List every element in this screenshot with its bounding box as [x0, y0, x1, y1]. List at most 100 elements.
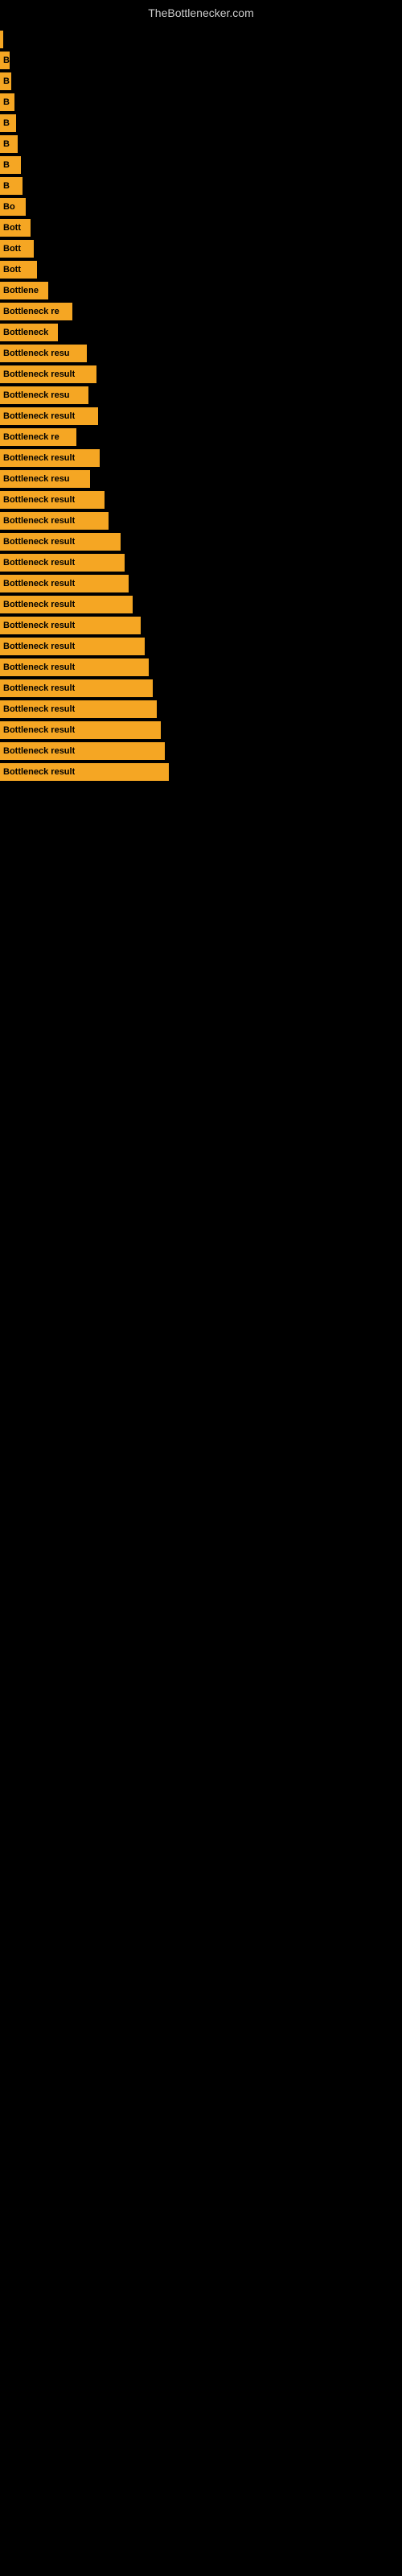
bar-row: Bottleneck resu — [0, 386, 402, 404]
bar-label: B — [3, 56, 10, 65]
bar-row: Bottleneck result — [0, 575, 402, 592]
bar-item: B — [0, 135, 18, 153]
bar-row: Bottlene — [0, 282, 402, 299]
bar-row: B — [0, 156, 402, 174]
bar-item: Bottleneck result — [0, 575, 129, 592]
bar-row: Bott — [0, 219, 402, 237]
bar-label: Bottleneck result — [3, 537, 75, 547]
bar-row: Bottleneck result — [0, 721, 402, 739]
bar-row: Bottleneck result — [0, 700, 402, 718]
bar-item: Bottleneck result — [0, 533, 121, 551]
bar-label: Bottleneck result — [3, 704, 75, 714]
bar-label: Bottleneck — [3, 328, 48, 337]
bar-label: Bott — [3, 265, 21, 275]
bar-item: Bottleneck result — [0, 638, 145, 655]
bar-row: Bottleneck result — [0, 365, 402, 383]
bar-row: Bottleneck result — [0, 638, 402, 655]
bar-row: B — [0, 135, 402, 153]
bar-label: Bottleneck result — [3, 411, 75, 421]
bar-label: Bottleneck result — [3, 642, 75, 651]
bar-item: B — [0, 52, 10, 69]
bar-label: B — [3, 160, 10, 170]
bar-label: Bott — [3, 223, 21, 233]
bar-item: Bottleneck result — [0, 742, 165, 760]
bars-container: B B B B B B B Bo Bott Bott Bott Bottlene Bottleneck … — [0, 23, 402, 784]
bar-item: B — [0, 114, 16, 132]
bar-label: Bottleneck result — [3, 369, 75, 379]
bar-item: Bottleneck result — [0, 554, 125, 572]
bar-label: Bottleneck result — [3, 516, 75, 526]
bar-label: Bottlene — [3, 286, 39, 295]
bar-label: Bottleneck result — [3, 683, 75, 693]
bar-item: Bottleneck result — [0, 721, 161, 739]
bar-item: B — [0, 72, 11, 90]
bar-row: Bottleneck result — [0, 449, 402, 467]
bar-item: B — [0, 177, 23, 195]
bar-item: Bo — [0, 198, 26, 216]
bar-label: Bottleneck re — [3, 307, 59, 316]
bar-item: Bott — [0, 219, 31, 237]
bar-row: Bottleneck result — [0, 658, 402, 676]
bar-label: Bottleneck resu — [3, 390, 70, 400]
bar-label: Bottleneck result — [3, 600, 75, 609]
bar-row: B — [0, 114, 402, 132]
bar-label: Bottleneck result — [3, 495, 75, 505]
bar-row: Bottleneck — [0, 324, 402, 341]
bar-row: B — [0, 93, 402, 111]
bar-row: Bottleneck resu — [0, 470, 402, 488]
bar-item: Bottleneck result — [0, 658, 149, 676]
bar-label: Bottleneck result — [3, 767, 75, 777]
bar-row: Bott — [0, 240, 402, 258]
bar-label: Bottleneck result — [3, 746, 75, 756]
bar-item: B — [0, 156, 21, 174]
bar-row: B — [0, 52, 402, 69]
bar-label: B — [3, 181, 10, 191]
bar-item: Bottleneck result — [0, 512, 109, 530]
site-title: TheBottlenecker.com — [0, 0, 402, 23]
bar-label: Bott — [3, 244, 21, 254]
bar-row: Bottleneck result — [0, 554, 402, 572]
bar-item: Bott — [0, 261, 37, 279]
bar-row: Bottleneck re — [0, 303, 402, 320]
bar-item: Bottleneck re — [0, 303, 72, 320]
bar-item: Bottleneck result — [0, 617, 141, 634]
bar-label: B — [3, 76, 10, 86]
bar-item: B — [0, 93, 14, 111]
bar-row: Bottleneck result — [0, 596, 402, 613]
bar-item: Bottleneck result — [0, 491, 105, 509]
bar-row: Bottleneck result — [0, 512, 402, 530]
bar-label: Bo — [3, 202, 15, 212]
bar-label: Bottleneck result — [3, 725, 75, 735]
bar-item: Bottleneck resu — [0, 470, 90, 488]
bar-item: Bottleneck — [0, 324, 58, 341]
bar-item: Bottleneck result — [0, 407, 98, 425]
bar-item: Bottleneck result — [0, 365, 96, 383]
bar-row: B — [0, 177, 402, 195]
bar-row — [0, 31, 402, 48]
bar-label: B — [3, 139, 10, 149]
bar-label: Bottleneck result — [3, 453, 75, 463]
bar-row: Bottleneck result — [0, 617, 402, 634]
bar-item: Bottleneck result — [0, 763, 169, 781]
bar-item: Bottleneck result — [0, 700, 157, 718]
bar-item: Bottleneck result — [0, 596, 133, 613]
bar-label: Bottleneck result — [3, 579, 75, 588]
bar-item: Bottleneck result — [0, 679, 153, 697]
bar-item — [0, 31, 3, 48]
bar-label: Bottleneck re — [3, 432, 59, 442]
bar-item: Bottleneck re — [0, 428, 76, 446]
bar-label: B — [3, 97, 10, 107]
bar-item: Bottleneck resu — [0, 386, 88, 404]
bar-label: B — [3, 118, 10, 128]
bar-label: Bottleneck result — [3, 621, 75, 630]
bar-row: Bottleneck result — [0, 742, 402, 760]
bar-row: Bottleneck result — [0, 679, 402, 697]
bar-label: Bottleneck result — [3, 663, 75, 672]
bar-label: Bottleneck result — [3, 558, 75, 568]
bar-row: Bott — [0, 261, 402, 279]
bar-item: Bottlene — [0, 282, 48, 299]
bar-item: Bottleneck result — [0, 449, 100, 467]
bar-item: Bott — [0, 240, 34, 258]
bar-row: Bottleneck re — [0, 428, 402, 446]
bar-row: Bottleneck result — [0, 407, 402, 425]
